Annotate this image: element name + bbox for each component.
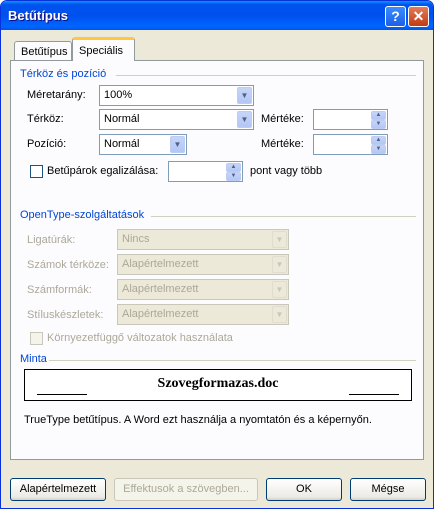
font-dialog: Betűtípus ? ✕ Betűtípus Speciális Térköz…: [0, 0, 434, 509]
spin-down-icon[interactable]: ▼: [371, 145, 386, 154]
number-spacing-value: Alapértelmezett: [122, 258, 199, 270]
spacing-value: Normál: [104, 113, 140, 125]
position-by-spinner[interactable]: ▲ ▼: [313, 134, 388, 155]
scale-combo[interactable]: 100% ▼: [99, 85, 254, 106]
spin-up-icon[interactable]: ▲: [371, 136, 386, 145]
kerning-spinner[interactable]: ▲ ▼: [168, 161, 243, 182]
number-forms-label: Számformák:: [27, 284, 92, 296]
kerning-suffix: pont vagy több: [250, 165, 323, 177]
tab-advanced-label: Speciális: [79, 45, 124, 57]
number-spacing-combo[interactable]: Alapértelmezett ▼: [117, 254, 289, 275]
number-spacing-label: Számok térköze:: [27, 259, 109, 271]
spin-up-icon[interactable]: ▲: [226, 163, 241, 172]
spacing-group-divider: [116, 75, 416, 76]
spacing-by-spinner[interactable]: ▲ ▼: [313, 109, 388, 130]
default-button[interactable]: Alapértelmezett: [10, 478, 106, 501]
tab-advanced[interactable]: Speciális: [72, 37, 135, 61]
dropdown-arrow-icon[interactable]: ▼: [237, 111, 252, 128]
position-by-label: Mértéke:: [261, 138, 304, 150]
spacing-label: Térköz:: [27, 113, 64, 125]
dialog-body: Betűtípus Speciális Térköz és pozíció Mé…: [4, 30, 430, 505]
window-title: Betűtípus: [8, 8, 68, 23]
dropdown-arrow-icon[interactable]: ▼: [237, 87, 252, 104]
tab-font-label: Betűtípus: [21, 46, 68, 58]
dropdown-arrow-icon[interactable]: ▼: [272, 256, 287, 273]
position-label: Pozíció:: [27, 138, 67, 150]
opentype-group-title: OpenType-szolgáltatások: [20, 209, 145, 221]
spin-down-icon[interactable]: ▼: [371, 120, 386, 129]
preview-baseline-right: [349, 394, 399, 395]
spacing-group-title: Térköz és pozíció: [20, 68, 107, 80]
spin-down-icon[interactable]: ▼: [226, 172, 241, 181]
opentype-group-divider: [151, 216, 416, 217]
stylistic-sets-value: Alapértelmezett: [122, 308, 199, 320]
preview-group-divider: [49, 360, 416, 361]
ligatures-label: Ligatúrák:: [27, 234, 76, 246]
help-button[interactable]: ?: [385, 6, 406, 27]
contextual-alternates-label: Környezetfüggő változatok használata: [47, 332, 233, 344]
spacing-by-label: Mértéke:: [261, 113, 304, 125]
preview-group-title: Minta: [20, 353, 47, 365]
position-value: Normál: [104, 138, 140, 150]
text-effects-button[interactable]: Effektusok a szövegben...: [114, 478, 258, 501]
tab-font[interactable]: Betűtípus: [14, 41, 72, 61]
scale-label: Méretarány:: [27, 89, 86, 101]
dropdown-arrow-icon[interactable]: ▼: [272, 306, 287, 323]
dropdown-arrow-icon[interactable]: ▼: [272, 281, 287, 298]
stylistic-sets-combo[interactable]: Alapértelmezett ▼: [117, 304, 289, 325]
ligatures-value: Nincs: [122, 233, 150, 245]
number-forms-value: Alapértelmezett: [122, 283, 199, 295]
advanced-panel: Térköz és pozíció Méretarány: 100% ▼ Tér…: [10, 60, 424, 460]
preview-description: TrueType betűtípus. A Word ezt használja…: [24, 414, 372, 426]
cancel-button[interactable]: Mégse: [350, 478, 426, 501]
preview-baseline-left: [37, 394, 87, 395]
preview-sample-text: Szovegformazas.doc: [157, 376, 279, 391]
kerning-checkbox[interactable]: [30, 165, 43, 178]
position-combo[interactable]: Normál ▼: [99, 134, 187, 155]
close-button[interactable]: ✕: [408, 6, 429, 27]
ligatures-combo[interactable]: Nincs ▼: [117, 229, 289, 250]
scale-value: 100%: [104, 89, 133, 101]
spacing-combo[interactable]: Normál ▼: [99, 109, 254, 130]
dropdown-arrow-icon[interactable]: ▼: [170, 136, 185, 153]
title-bar[interactable]: Betűtípus ? ✕: [1, 1, 433, 30]
kerning-label: Betűpárok egalizálása:: [47, 165, 159, 177]
number-forms-combo[interactable]: Alapértelmezett ▼: [117, 279, 289, 300]
contextual-alternates-checkbox[interactable]: [30, 332, 43, 345]
dropdown-arrow-icon[interactable]: ▼: [272, 231, 287, 248]
ok-button[interactable]: OK: [266, 478, 342, 501]
stylistic-sets-label: Stíluskészletek:: [27, 309, 104, 321]
preview-box: Szovegformazas.doc: [24, 369, 412, 401]
spin-up-icon[interactable]: ▲: [371, 111, 386, 120]
